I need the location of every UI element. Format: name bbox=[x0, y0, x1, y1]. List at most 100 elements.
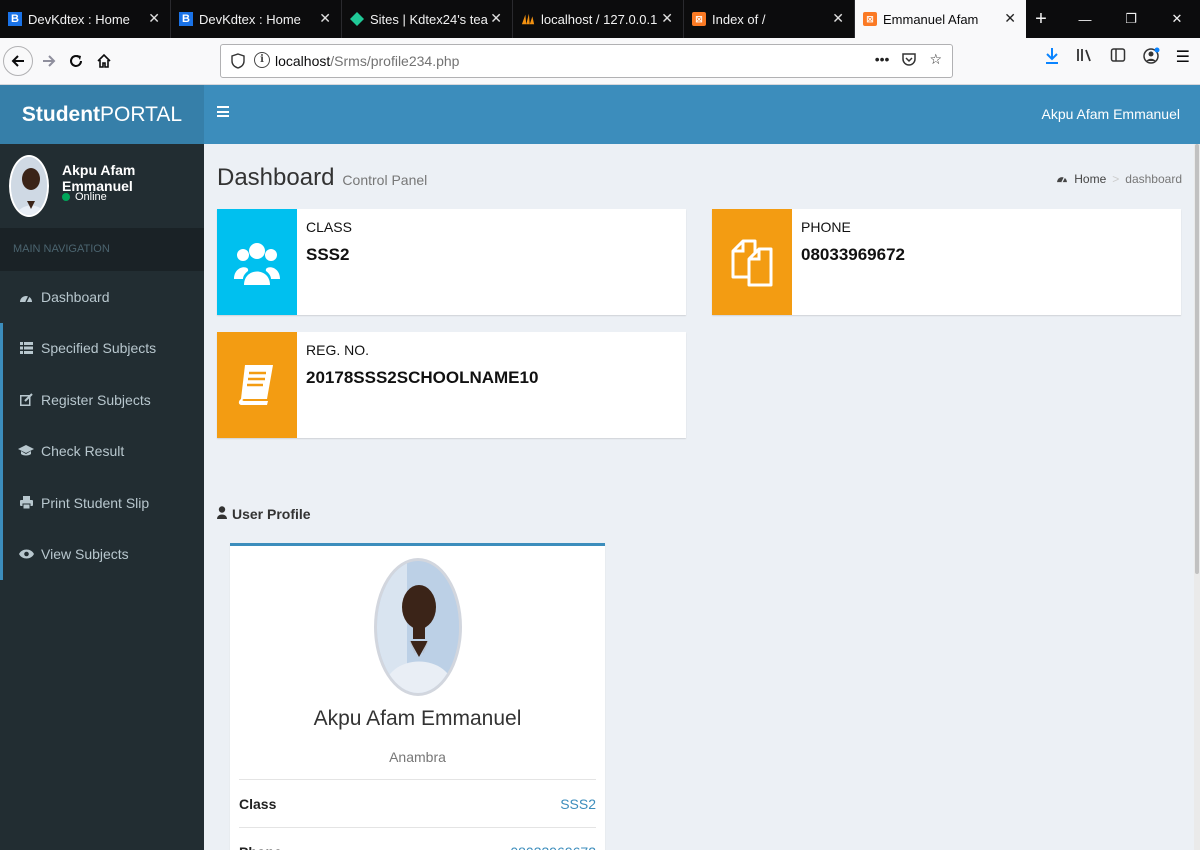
sidebar-item-dashboard[interactable]: Dashboard bbox=[0, 271, 204, 323]
minimize-icon[interactable]: — bbox=[1062, 0, 1108, 38]
sidebar-item-print-student-slip[interactable]: Print Student Slip bbox=[0, 477, 204, 529]
home-icon[interactable] bbox=[90, 47, 118, 75]
browser-tab[interactable]: Sites | Kdtex24's team ✕ bbox=[342, 0, 513, 38]
back-arrow-icon[interactable] bbox=[3, 46, 33, 76]
info-box-phone: PHONE 08033969672 bbox=[712, 209, 1181, 315]
site-info-icon[interactable]: i bbox=[254, 52, 270, 68]
xampp-favicon-icon: ⊠ bbox=[863, 12, 877, 26]
page-subtitle: Control Panel bbox=[342, 172, 428, 188]
sidebar-user-name: Akpu Afam Emmanuel bbox=[62, 162, 136, 194]
breadcrumb: Home > dashboard bbox=[1056, 172, 1182, 186]
pocket-icon[interactable] bbox=[901, 51, 917, 70]
sidebar: Akpu Afam Emmanuel Online MAIN NAVIGATIO… bbox=[0, 144, 204, 850]
close-window-icon[interactable]: ✕ bbox=[1154, 0, 1200, 38]
browser-tab-bar: B DevKdtex : Home ✕ B DevKdtex : Home ✕ … bbox=[0, 0, 1200, 38]
user-icon bbox=[217, 506, 227, 522]
main-content: Dashboard Control Panel Home > dashboard … bbox=[204, 144, 1194, 850]
info-box-class: CLASS SSS2 bbox=[217, 209, 686, 315]
app-logo[interactable]: StudentPORTAL bbox=[0, 85, 204, 144]
page-scrollbar[interactable] bbox=[1194, 144, 1200, 850]
bootstrap-favicon-icon: B bbox=[179, 12, 193, 26]
close-tab-icon[interactable]: ✕ bbox=[1004, 10, 1016, 27]
forward-arrow-icon[interactable] bbox=[35, 47, 63, 75]
browser-tab-active[interactable]: ⊠ Emmanuel Afam ✕ bbox=[855, 0, 1026, 38]
browser-navbar: i localhost/Srms/profile234.php ••• ☆ ☰ bbox=[0, 38, 1200, 85]
url-text: localhost/Srms/profile234.php bbox=[275, 53, 460, 69]
profile-name: Akpu Afam Emmanuel bbox=[313, 707, 522, 730]
user-status: Online bbox=[62, 191, 107, 203]
url-bar[interactable]: i localhost/Srms/profile234.php ••• ☆ bbox=[220, 44, 953, 78]
tab-title: DevKdtex : Home bbox=[199, 11, 301, 27]
sidebar-item-specified-subjects[interactable]: Specified Subjects bbox=[0, 322, 204, 374]
breadcrumb-current: dashboard bbox=[1125, 172, 1182, 186]
nav-header: MAIN NAVIGATION bbox=[0, 228, 204, 271]
restore-icon[interactable]: ❐ bbox=[1108, 0, 1154, 38]
new-tab-icon[interactable]: + bbox=[1026, 0, 1056, 38]
sidebar-toggle-icon[interactable] bbox=[217, 106, 229, 117]
bootstrap-favicon-icon: B bbox=[8, 12, 22, 26]
scrollbar-thumb[interactable] bbox=[1195, 144, 1199, 574]
eye-icon bbox=[18, 547, 34, 561]
header-user-menu[interactable]: Akpu Afam Emmanuel bbox=[1041, 106, 1180, 122]
browser-tab[interactable]: B DevKdtex : Home ✕ bbox=[0, 0, 171, 38]
page-title: Dashboard Control Panel bbox=[217, 164, 428, 191]
sidebar-item-view-subjects[interactable]: View Subjects bbox=[0, 528, 204, 580]
users-icon bbox=[217, 209, 297, 315]
diamond-favicon-icon bbox=[350, 12, 364, 26]
info-label-regno: REG. NO. bbox=[306, 342, 370, 358]
tab-title: DevKdtex : Home bbox=[28, 11, 130, 27]
sidebar-item-register-subjects[interactable]: Register Subjects bbox=[0, 374, 204, 426]
profile-location: Anambra bbox=[389, 749, 446, 765]
print-icon bbox=[18, 496, 34, 510]
online-dot-icon bbox=[62, 193, 70, 201]
browser-tab[interactable]: B DevKdtex : Home ✕ bbox=[171, 0, 342, 38]
sidebar-icon[interactable] bbox=[1110, 47, 1126, 70]
tab-title: Sites | Kdtex24's team bbox=[370, 11, 488, 27]
xampp-favicon-icon: ⊠ bbox=[692, 12, 706, 26]
window-controls: — ❐ ✕ bbox=[1062, 0, 1200, 38]
avatar bbox=[9, 155, 49, 217]
close-tab-icon[interactable]: ✕ bbox=[319, 10, 331, 27]
tracking-shield-icon[interactable] bbox=[231, 53, 245, 69]
tab-title: Emmanuel Afam bbox=[883, 11, 979, 27]
profile-value-link[interactable]: SSS2 bbox=[560, 796, 596, 812]
book-icon bbox=[217, 332, 297, 438]
info-box-regno: REG. NO. 20178SSS2SCHOOLNAME10 bbox=[217, 332, 686, 438]
app-header: StudentPORTAL Akpu Afam Emmanuel bbox=[0, 85, 1200, 144]
page-actions-icon[interactable]: ••• bbox=[875, 51, 890, 70]
tab-title: localhost / 127.0.0.1 | php bbox=[541, 11, 659, 27]
breadcrumb-home-link[interactable]: Home bbox=[1074, 172, 1106, 186]
info-value-class: SSS2 bbox=[306, 245, 350, 264]
profile-value-link[interactable]: 08033969672 bbox=[510, 844, 596, 850]
close-tab-icon[interactable]: ✕ bbox=[832, 10, 844, 27]
reload-icon[interactable] bbox=[62, 47, 90, 75]
tab-title: Index of / bbox=[712, 11, 766, 27]
info-label-phone: PHONE bbox=[801, 219, 851, 235]
close-tab-icon[interactable]: ✕ bbox=[661, 10, 673, 27]
user-profile-heading: User Profile bbox=[217, 506, 311, 522]
menu-icon[interactable]: ☰ bbox=[1176, 47, 1190, 70]
close-tab-icon[interactable]: ✕ bbox=[490, 10, 502, 27]
bookmark-star-icon[interactable]: ☆ bbox=[929, 51, 942, 70]
browser-tab[interactable]: localhost / 127.0.0.1 | php ✕ bbox=[513, 0, 684, 38]
dashboard-icon bbox=[18, 290, 34, 304]
close-tab-icon[interactable]: ✕ bbox=[148, 10, 160, 27]
profile-row-class: Class SSS2 bbox=[239, 779, 596, 812]
profile-row-phone: Phone 08033969672 bbox=[239, 827, 596, 850]
graduation-cap-icon bbox=[18, 444, 34, 458]
dashboard-icon bbox=[1056, 172, 1068, 186]
copy-icon bbox=[712, 209, 792, 315]
browser-tab[interactable]: ⊠ Index of / ✕ bbox=[684, 0, 855, 38]
edit-icon bbox=[18, 393, 34, 407]
profile-photo bbox=[374, 558, 462, 696]
user-panel: Akpu Afam Emmanuel Online bbox=[0, 144, 204, 228]
library-icon[interactable] bbox=[1076, 47, 1094, 70]
sidebar-item-check-result[interactable]: Check Result bbox=[0, 425, 204, 477]
account-icon[interactable] bbox=[1142, 47, 1160, 70]
info-value-regno: 20178SSS2SCHOOLNAME10 bbox=[306, 368, 539, 387]
info-value-phone: 08033969672 bbox=[801, 245, 906, 264]
phpmyadmin-favicon-icon bbox=[521, 12, 535, 26]
download-icon[interactable] bbox=[1044, 47, 1060, 70]
list-icon bbox=[18, 341, 34, 355]
info-label-class: CLASS bbox=[306, 219, 352, 235]
